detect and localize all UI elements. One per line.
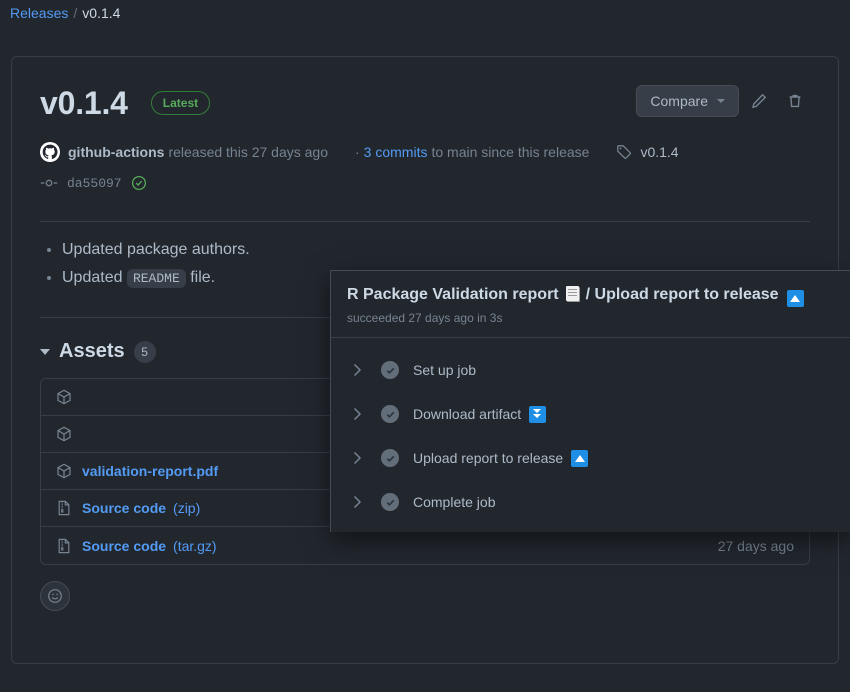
job-name: Upload report to release — [594, 286, 779, 303]
add-reaction-button[interactable] — [40, 581, 70, 611]
release-published-text: released this 27 days ago — [168, 144, 328, 160]
job-step-row[interactable]: Complete job — [331, 480, 850, 524]
job-step-text: Download artifact — [413, 406, 522, 422]
check-circle-icon — [381, 493, 399, 511]
file-zip-icon — [56, 500, 72, 516]
compare-button-label: Compare — [650, 93, 708, 109]
asset-kind: (tar.gz) — [173, 537, 217, 554]
up-triangle-emoji-icon — [786, 290, 804, 307]
releases-page: Releases / v0.1.4 v0.1.4 Latest Compare — [0, 0, 850, 692]
table-row[interactable]: Source code (tar.gz) 27 days ago — [41, 527, 809, 564]
job-step-label: Upload report to release — [413, 449, 589, 467]
job-step-label: Download artifact — [413, 405, 547, 423]
job-steps-list: Set up job Download artifact Upload repo… — [331, 338, 850, 530]
asset-name[interactable]: Source code — [82, 500, 166, 516]
release-meta-row: github-actions released this 27 days ago… — [40, 142, 810, 162]
commits-dot: · — [355, 144, 360, 160]
release-header: v0.1.4 Latest Compare github-actions rel… — [12, 57, 838, 191]
inline-code: README — [126, 269, 186, 288]
package-icon — [56, 389, 72, 405]
job-step-row[interactable]: Upload report to release — [331, 436, 850, 480]
job-step-row[interactable]: Set up job — [331, 348, 850, 392]
breadcrumb-current: v0.1.4 — [82, 5, 121, 21]
check-circle-icon — [131, 175, 146, 191]
edit-release-button[interactable] — [743, 85, 775, 117]
job-step-label: Complete job — [413, 494, 496, 510]
release-commit-row: da55097 — [40, 175, 810, 191]
package-icon — [56, 463, 72, 479]
chevron-right-icon — [349, 407, 365, 421]
double-down-arrow-emoji-icon — [529, 405, 547, 423]
assets-title: Assets — [59, 340, 125, 362]
trash-icon — [789, 94, 801, 108]
release-title: v0.1.4 — [40, 85, 128, 121]
chevron-right-icon — [349, 363, 365, 377]
job-step-row[interactable]: Download artifact — [331, 392, 850, 436]
chevron-right-icon — [349, 495, 365, 509]
page-emoji-icon — [565, 286, 579, 301]
check-circle-icon — [381, 405, 399, 423]
smiley-icon — [48, 589, 62, 603]
title-separator: / — [585, 286, 591, 303]
file-zip-icon — [56, 538, 72, 554]
job-status-line: succeeded 27 days ago in 3s — [347, 311, 503, 325]
assets-count-badge: 5 — [133, 340, 156, 363]
triangle-down-icon — [40, 348, 50, 355]
job-step-label: Set up job — [413, 362, 476, 378]
up-triangle-emoji-icon — [571, 449, 589, 467]
asset-name[interactable]: validation-report.pdf — [82, 463, 218, 479]
commits-link[interactable]: 3 commits — [364, 144, 428, 160]
job-step-text: Complete job — [413, 494, 496, 510]
check-circle-icon — [381, 449, 399, 467]
package-icon — [56, 426, 72, 442]
pencil-icon — [752, 93, 767, 109]
delete-release-button[interactable] — [779, 85, 811, 117]
workflow-job-popup: R Package Validation report / Upload repo… — [330, 270, 850, 532]
commit-sha[interactable]: da55097 — [67, 176, 122, 191]
workflow-name: R Package Validation report — [347, 286, 559, 303]
job-popup-header: R Package Validation report / Upload repo… — [331, 271, 850, 337]
avatar — [40, 142, 60, 162]
github-logo-icon — [41, 143, 59, 161]
git-commit-icon — [40, 179, 58, 187]
latest-badge: Latest — [150, 91, 211, 115]
note-text-post: file. — [185, 269, 216, 286]
tag-icon — [617, 145, 632, 159]
chevron-right-icon — [349, 451, 365, 465]
chevron-down-icon — [717, 99, 725, 103]
breadcrumb-releases-link[interactable]: Releases — [10, 3, 68, 23]
commits-suffix: to main since this release — [431, 144, 590, 160]
breadcrumb: Releases / v0.1.4 — [10, 3, 120, 23]
asset-date: 27 days ago — [717, 537, 794, 554]
check-circle-icon — [381, 361, 399, 379]
breadcrumb-separator: / — [73, 5, 78, 21]
compare-button[interactable]: Compare — [636, 85, 739, 117]
note-text: Updated — [62, 269, 127, 286]
asset-name[interactable]: Source code — [82, 538, 166, 554]
job-popup-title: R Package Validation report / Upload repo… — [347, 284, 834, 307]
job-step-text: Set up job — [413, 362, 477, 378]
note-text: Updated package authors. — [62, 241, 250, 258]
release-tag-name: v0.1.4 — [640, 144, 679, 160]
commits-since-release: · 3 commits to main since this release — [355, 144, 589, 160]
release-tag: v0.1.4 — [616, 144, 679, 160]
release-actions: Compare — [636, 85, 811, 117]
asset-kind: (zip) — [173, 500, 201, 516]
release-author[interactable]: github-actions — [68, 144, 164, 160]
release-note-item: Updated package authors. — [62, 236, 810, 264]
job-step-text: Upload report to release — [413, 450, 564, 466]
